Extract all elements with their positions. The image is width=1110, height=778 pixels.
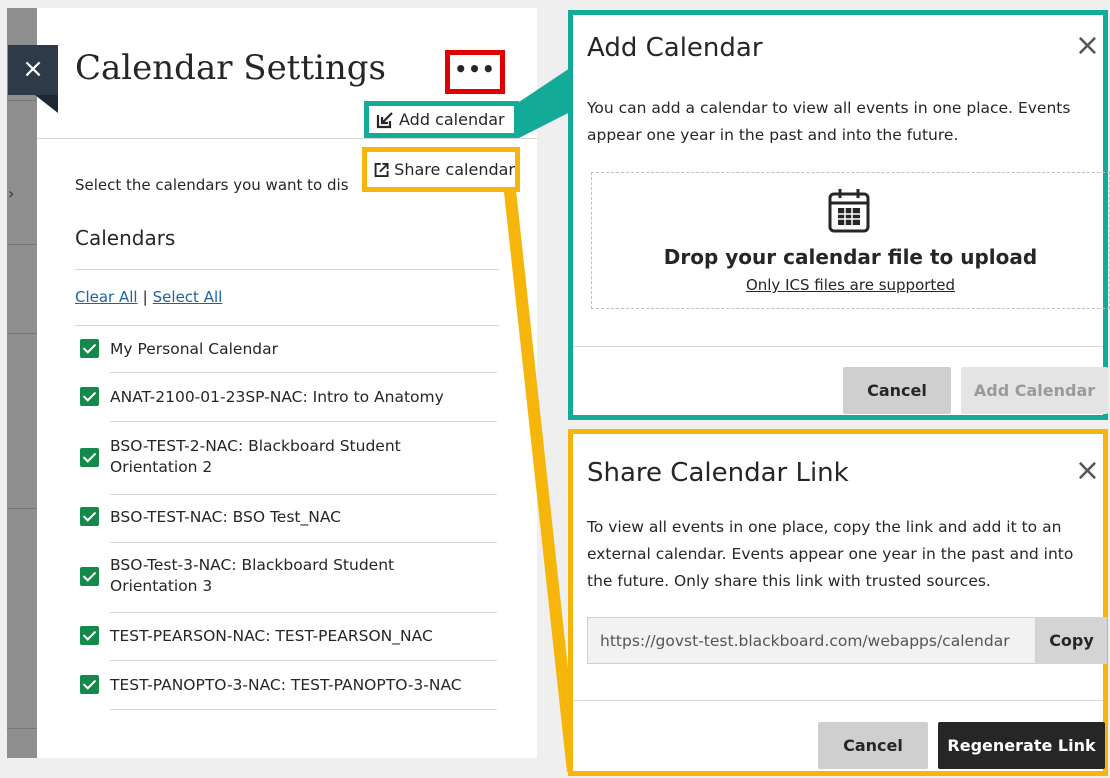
menu-item-label: Add calendar xyxy=(399,110,505,129)
checkbox-checked-icon[interactable] xyxy=(80,675,99,694)
calendar-item-label: My Personal Calendar xyxy=(110,339,278,358)
share-link-field[interactable] xyxy=(587,617,1036,664)
modal-title: Add Calendar xyxy=(587,33,763,63)
share-link-row: Copy xyxy=(587,617,1107,664)
checkbox-checked-icon[interactable] xyxy=(80,339,99,358)
cancel-button[interactable]: Cancel xyxy=(843,367,951,414)
links-divider xyxy=(75,325,499,326)
copy-button[interactable]: Copy xyxy=(1036,617,1107,664)
header-divider xyxy=(37,138,537,139)
regenerate-link-button[interactable]: Regenerate Link xyxy=(938,722,1105,769)
list-divider xyxy=(110,421,497,422)
cancel-button[interactable]: Cancel xyxy=(818,722,928,769)
chevron-right-icon: › xyxy=(8,184,15,203)
modal-title: Share Calendar Link xyxy=(587,458,849,488)
more-options-button[interactable]: ••• xyxy=(445,50,505,94)
modal-description-line3: the future. Only share this link with tr… xyxy=(587,572,991,590)
clear-all-link[interactable]: Clear All xyxy=(75,288,138,306)
list-divider xyxy=(110,372,497,373)
calendar-item[interactable]: My Personal Calendar xyxy=(80,339,278,358)
calendar-item-label: BSO-TEST-NAC: BSO Test_NAC xyxy=(110,507,341,526)
link-separator: | xyxy=(142,288,148,306)
share-calendar-modal: Share Calendar Link × To view all events… xyxy=(568,429,1108,776)
list-divider xyxy=(110,709,497,710)
dropzone-title: Drop your calendar file to upload xyxy=(663,245,1038,269)
file-dropzone[interactable]: Drop your calendar file to upload Only I… xyxy=(591,172,1110,309)
calendar-item[interactable]: ANAT-2100-01-23SP-NAC: Intro to Anatomy xyxy=(80,387,444,406)
close-icon: × xyxy=(22,54,44,84)
menu-item-add-calendar[interactable]: Add calendar xyxy=(364,101,519,138)
calendar-item[interactable]: BSO-Test-3-NAC: Blackboard Student Orien… xyxy=(80,555,394,597)
import-icon xyxy=(376,111,393,128)
add-calendar-modal: Add Calendar × You can add a calendar to… xyxy=(568,10,1110,420)
checkbox-checked-icon[interactable] xyxy=(80,626,99,645)
close-icon[interactable]: × xyxy=(1075,31,1100,61)
calendar-item-label: BSO-Test-3-NAC: Blackboard Student Orien… xyxy=(110,555,394,597)
footer-divider xyxy=(573,700,1103,701)
external-link-icon xyxy=(374,162,389,177)
calendar-item-label: BSO-TEST-2-NAC: Blackboard Student Orien… xyxy=(110,436,401,478)
close-panel-button[interactable]: × xyxy=(8,45,58,113)
checkbox-checked-icon[interactable] xyxy=(80,507,99,526)
modal-description: To view all events in one place, copy th… xyxy=(587,514,1107,595)
add-calendar-button[interactable]: Add Calendar xyxy=(961,367,1108,414)
footer-divider xyxy=(573,346,1103,347)
list-divider xyxy=(110,660,497,661)
calendar-item-label-line2: Orientation 3 xyxy=(110,577,213,595)
checkbox-checked-icon[interactable] xyxy=(80,447,99,467)
modal-description-line2: external calendar. Events appear one yea… xyxy=(587,545,1074,563)
calendar-item[interactable]: TEST-PEARSON-NAC: TEST-PEARSON_NAC xyxy=(80,626,433,645)
modal-description-line2: appear one year in the past and into the… xyxy=(587,126,959,144)
list-divider xyxy=(110,542,497,543)
modal-description: You can add a calendar to view all event… xyxy=(587,95,1097,149)
calendar-item-label: TEST-PANOPTO-3-NAC: TEST-PANOPTO-3-NAC xyxy=(110,675,462,694)
modal-description-line1: You can add a calendar to view all event… xyxy=(587,99,1071,117)
page-title: Calendar Settings xyxy=(75,48,386,88)
calendar-item-label: TEST-PEARSON-NAC: TEST-PEARSON_NAC xyxy=(110,626,433,645)
list-divider xyxy=(110,494,497,495)
select-all-link[interactable]: Select All xyxy=(153,288,223,306)
heading-divider xyxy=(75,269,499,270)
checkbox-checked-icon[interactable] xyxy=(80,387,99,406)
background-page-strip xyxy=(7,8,41,758)
calendar-item-label-line2: Orientation 2 xyxy=(110,458,213,476)
calendar-item[interactable]: TEST-PANOPTO-3-NAC: TEST-PANOPTO-3-NAC xyxy=(80,675,462,694)
calendar-icon xyxy=(828,189,870,233)
settings-description: Select the calendars you want to dis xyxy=(75,176,349,194)
calendar-item-label: ANAT-2100-01-23SP-NAC: Intro to Anatomy xyxy=(110,387,444,406)
calendar-item-label-line1: BSO-Test-3-NAC: Blackboard Student xyxy=(110,556,395,574)
calendars-heading: Calendars xyxy=(75,226,176,250)
modal-description-line1: To view all events in one place, copy th… xyxy=(587,518,1062,536)
calendar-item-label-line1: BSO-TEST-2-NAC: Blackboard Student xyxy=(110,437,401,455)
checkbox-checked-icon[interactable] xyxy=(80,566,99,586)
dropzone-subtitle: Only ICS files are supported xyxy=(745,276,956,294)
menu-item-share-calendar[interactable]: Share calendar xyxy=(362,147,520,192)
more-icon: ••• xyxy=(454,57,496,81)
calendar-item[interactable]: BSO-TEST-2-NAC: Blackboard Student Orien… xyxy=(80,436,401,478)
close-icon[interactable]: × xyxy=(1075,456,1100,486)
calendar-item[interactable]: BSO-TEST-NAC: BSO Test_NAC xyxy=(80,507,341,526)
list-divider xyxy=(110,612,497,613)
menu-item-label: Share calendar xyxy=(394,160,515,179)
selection-links: Clear All | Select All xyxy=(75,288,222,306)
